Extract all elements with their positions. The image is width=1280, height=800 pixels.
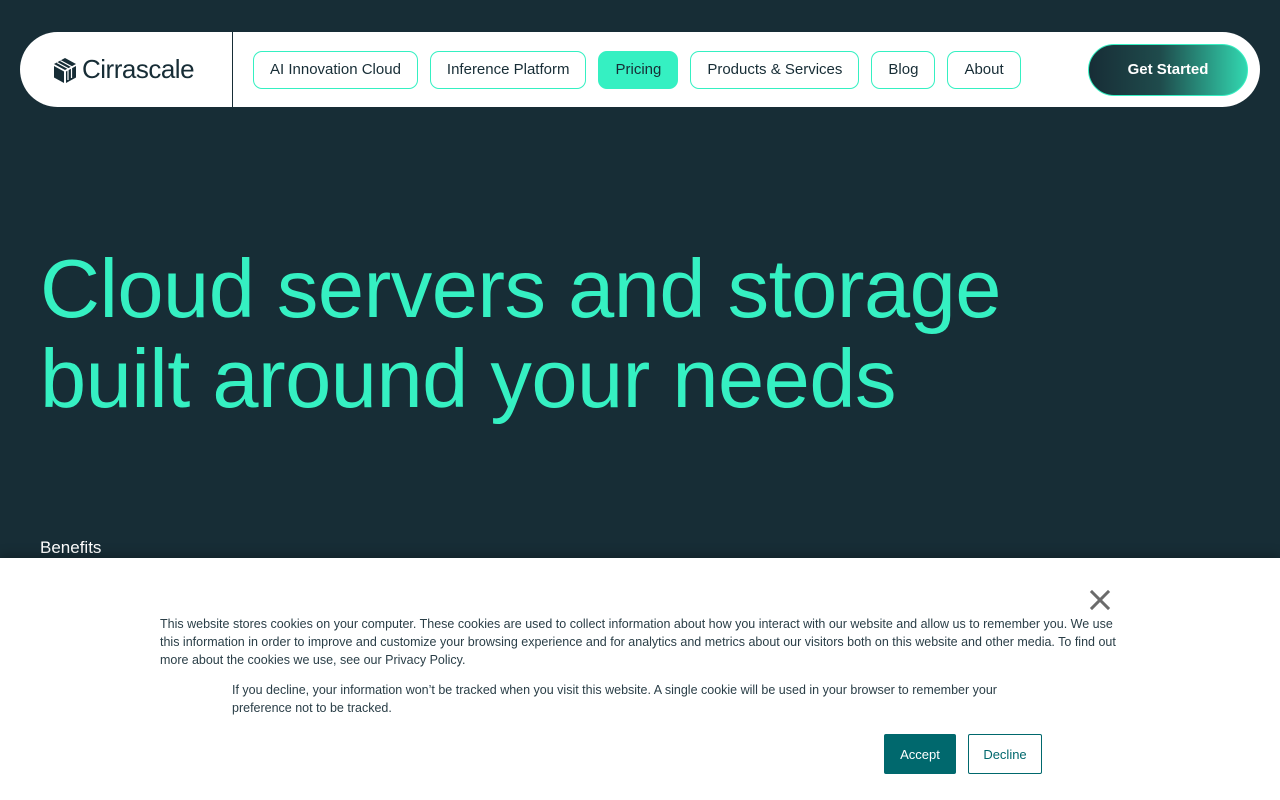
- cookie-consent-banner: This website stores cookies on your comp…: [0, 558, 1280, 800]
- top-navigation: Cirrascale AI Innovation Cloud Inference…: [20, 32, 1260, 107]
- nav-item-blog[interactable]: Blog: [871, 50, 936, 89]
- hero-title-line-1: Cloud servers and storage: [40, 242, 1001, 335]
- brand-name: Cirrascale: [82, 54, 195, 84]
- nav-item-about[interactable]: About: [947, 50, 1021, 89]
- cookie-decline-info-text: If you decline, your information won’t b…: [232, 683, 997, 715]
- hero-title: Cloud servers and storage built around y…: [40, 244, 1140, 424]
- brand-logo-link[interactable]: Cirrascale: [20, 32, 233, 107]
- hero-title-line-2: built around your needs: [40, 332, 897, 425]
- cookie-close-button[interactable]: [1088, 588, 1112, 612]
- close-icon: [1089, 589, 1111, 611]
- page: Cirrascale AI Innovation Cloud Inference…: [0, 0, 1280, 800]
- nav-item-products-services[interactable]: Products & Services: [690, 50, 860, 89]
- cookie-decline-button[interactable]: Decline: [968, 734, 1042, 774]
- get-started-button[interactable]: Get Started: [1088, 43, 1248, 96]
- nav-item-inference-platform[interactable]: Inference Platform: [429, 50, 587, 89]
- nav-item-ai-innovation-cloud[interactable]: AI Innovation Cloud: [253, 50, 418, 89]
- cookie-accept-button[interactable]: Accept: [884, 734, 956, 774]
- nav-links: AI Innovation Cloud Inference Platform P…: [253, 50, 1021, 89]
- cookie-policy-text: This website stores cookies on your comp…: [160, 617, 1116, 667]
- cirrascale-logo-icon: [54, 57, 76, 83]
- benefits-section-label: Benefits: [40, 538, 102, 557]
- nav-item-pricing[interactable]: Pricing: [598, 50, 679, 89]
